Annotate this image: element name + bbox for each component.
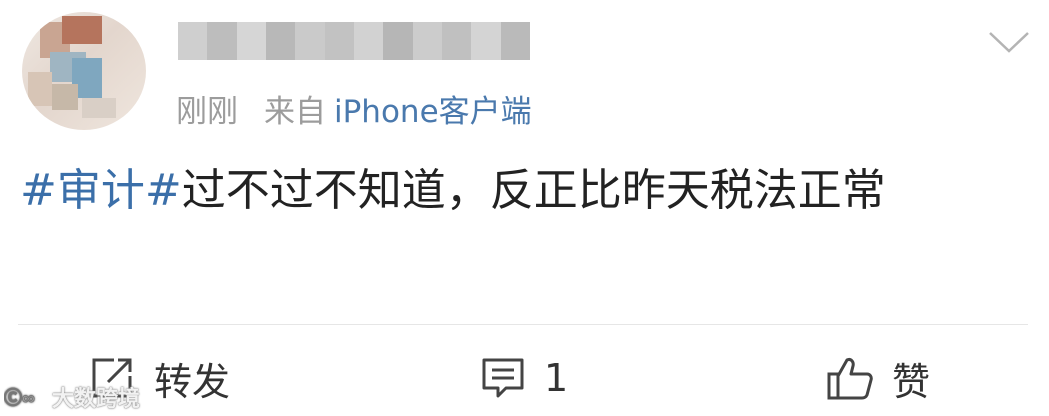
hashtag-link[interactable]: #审计# — [20, 165, 182, 216]
device-link[interactable]: iPhone客户端 — [334, 86, 532, 131]
watermark: Ⓒ∞ 大数跨境 — [4, 380, 140, 414]
avatar[interactable] — [22, 12, 146, 130]
chevron-down-icon[interactable] — [988, 30, 1030, 54]
username-blurred[interactable] — [178, 22, 530, 60]
post-time: 刚刚 — [176, 93, 238, 130]
watermark-text: 大数跨境 — [52, 387, 141, 412]
svg-text:Ⓒ∞: Ⓒ∞ — [4, 387, 35, 408]
divider — [18, 324, 1028, 325]
post-meta: 刚刚 来自 iPhone客户端 — [176, 86, 532, 130]
comment-count: 1 — [544, 356, 569, 400]
like-button[interactable]: 赞 — [826, 352, 930, 404]
thumbs-up-icon — [827, 358, 873, 400]
brand-logo-icon: Ⓒ∞ — [4, 387, 35, 409]
repost-label: 转发 — [154, 359, 231, 404]
post-body: 过不过不知道，反正比昨天税法正常 — [181, 165, 886, 216]
like-label: 赞 — [892, 359, 931, 404]
comment-button[interactable]: 1 — [480, 352, 568, 404]
comment-icon — [482, 358, 524, 398]
post-text: #审计#过不过不知道，反正比昨天税法正常 — [20, 160, 1000, 222]
source-prefix: 来自 — [264, 93, 326, 130]
